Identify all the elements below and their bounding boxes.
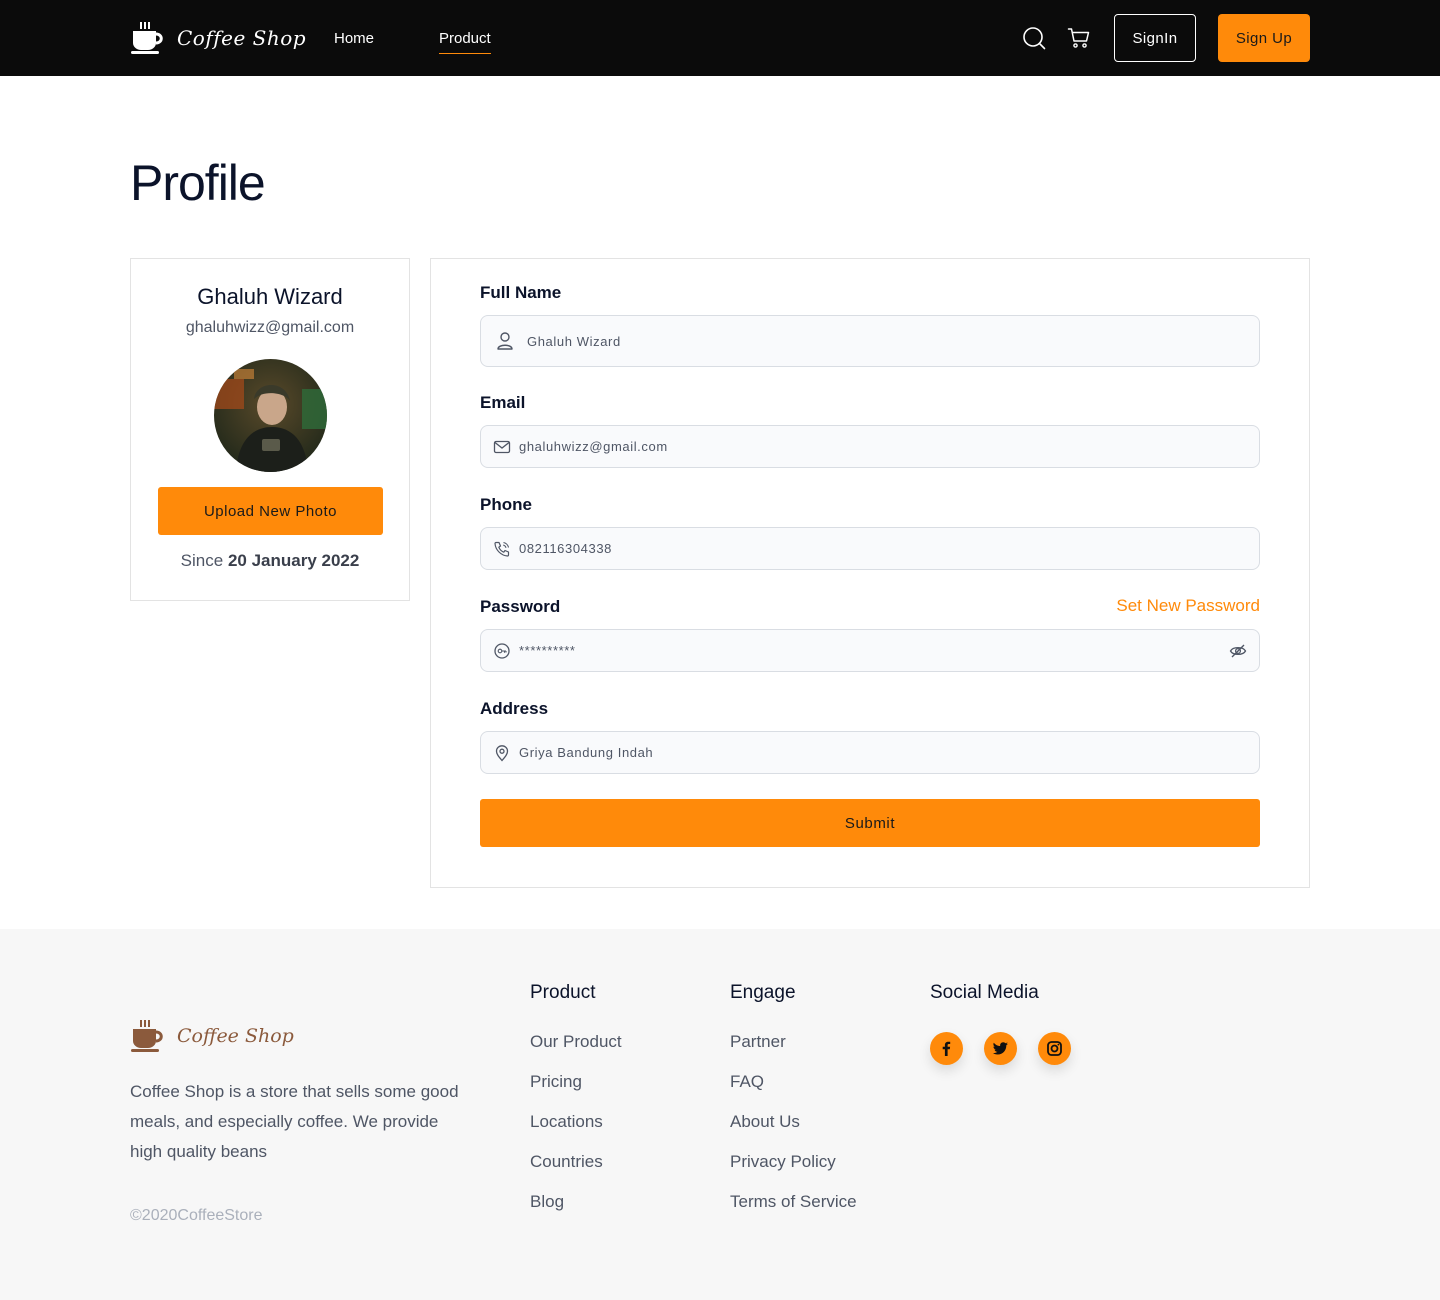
location-pin-icon xyxy=(495,744,509,761)
key-icon xyxy=(494,642,510,659)
navbar: Coffee Shop Home Product SignIn Sign Up xyxy=(0,0,1440,76)
nav-link-product[interactable]: Product xyxy=(439,29,491,54)
footer-copyright: ©2020CoffeeStore xyxy=(130,1207,263,1224)
coffee-cup-icon xyxy=(131,22,163,54)
member-since: Since 20 January 2022 xyxy=(131,551,409,571)
phone-input[interactable] xyxy=(519,528,1259,569)
facebook-icon[interactable] xyxy=(930,1032,963,1065)
address-input[interactable] xyxy=(519,732,1259,773)
upload-photo-button[interactable]: Upload New Photo xyxy=(158,487,383,535)
instagram-icon[interactable] xyxy=(1038,1032,1071,1065)
footer-link[interactable]: Countries xyxy=(530,1152,622,1192)
footer-link[interactable]: Partner xyxy=(730,1032,857,1072)
coffee-cup-icon xyxy=(131,1020,163,1052)
submit-button[interactable]: Submit xyxy=(480,799,1260,847)
avatar-photo xyxy=(214,359,327,472)
footer-column-title: Product xyxy=(530,982,596,1003)
footer-link[interactable]: Our Product xyxy=(530,1032,622,1072)
footer-link[interactable]: Locations xyxy=(530,1112,622,1152)
phone-label: Phone xyxy=(480,495,532,514)
footer-column-product: Product Our Product Pricing Locations Co… xyxy=(530,982,622,1232)
password-label: Password xyxy=(480,597,561,616)
footer-link[interactable]: About Us xyxy=(730,1112,857,1152)
full-name-field[interactable] xyxy=(480,315,1260,367)
address-field[interactable] xyxy=(480,731,1260,774)
footer-brand-name: Coffee Shop xyxy=(177,1025,294,1047)
footer-link[interactable]: Blog xyxy=(530,1192,622,1232)
password-input[interactable] xyxy=(519,630,1229,671)
address-label: Address xyxy=(480,699,549,718)
footer-column-title: Engage xyxy=(730,982,796,1003)
email-field[interactable] xyxy=(480,425,1260,468)
email-input[interactable] xyxy=(519,426,1259,467)
brand-logo[interactable]: Coffee Shop xyxy=(130,18,306,58)
footer-link[interactable]: Terms of Service xyxy=(730,1192,857,1232)
footer-link[interactable]: Pricing xyxy=(530,1072,622,1112)
full-name-label: Full Name xyxy=(480,283,562,302)
password-field[interactable] xyxy=(480,629,1260,672)
footer-column-social: Social Media xyxy=(930,982,1071,1065)
profile-email: ghaluhwizz@gmail.com xyxy=(185,319,355,336)
profile-form: Full Name Email Phone Password Set New P… xyxy=(430,258,1310,888)
user-icon xyxy=(497,332,513,350)
footer-column-title: Social Media xyxy=(930,982,1039,1003)
footer-link[interactable]: Privacy Policy xyxy=(730,1152,857,1192)
profile-card: Ghaluh Wizard ghaluhwizz@gmail.com Uploa… xyxy=(130,258,410,601)
profile-name: Ghaluh Wizard xyxy=(197,284,343,309)
footer-column-engage: Engage Partner FAQ About Us Privacy Poli… xyxy=(730,982,857,1232)
avatar xyxy=(214,359,327,472)
footer-link[interactable]: FAQ xyxy=(730,1072,857,1112)
phone-icon xyxy=(494,541,510,557)
eye-off-icon[interactable] xyxy=(1229,642,1247,660)
mail-icon xyxy=(493,440,511,453)
email-label: Email xyxy=(480,393,526,412)
search-icon[interactable] xyxy=(1022,26,1046,50)
cart-icon[interactable] xyxy=(1067,26,1091,50)
phone-field[interactable] xyxy=(480,527,1260,570)
member-since-prefix: Since xyxy=(180,551,224,570)
nav-link-home[interactable]: Home xyxy=(334,29,374,49)
footer: Coffee Shop Coffee Shop is a store that … xyxy=(0,929,1440,1300)
footer-description: Coffee Shop is a store that sells some g… xyxy=(130,1082,459,1161)
page-title: Profile xyxy=(130,155,266,211)
signup-button[interactable]: Sign Up xyxy=(1218,14,1310,62)
twitter-icon[interactable] xyxy=(984,1032,1017,1065)
full-name-input[interactable] xyxy=(527,316,1259,366)
signin-button[interactable]: SignIn xyxy=(1114,14,1196,62)
member-since-date: 20 January 2022 xyxy=(227,551,360,570)
brand-name: Coffee Shop xyxy=(177,26,307,50)
set-new-password-link[interactable]: Set New Password xyxy=(1116,596,1260,616)
footer-brand[interactable]: Coffee Shop xyxy=(130,1019,294,1053)
